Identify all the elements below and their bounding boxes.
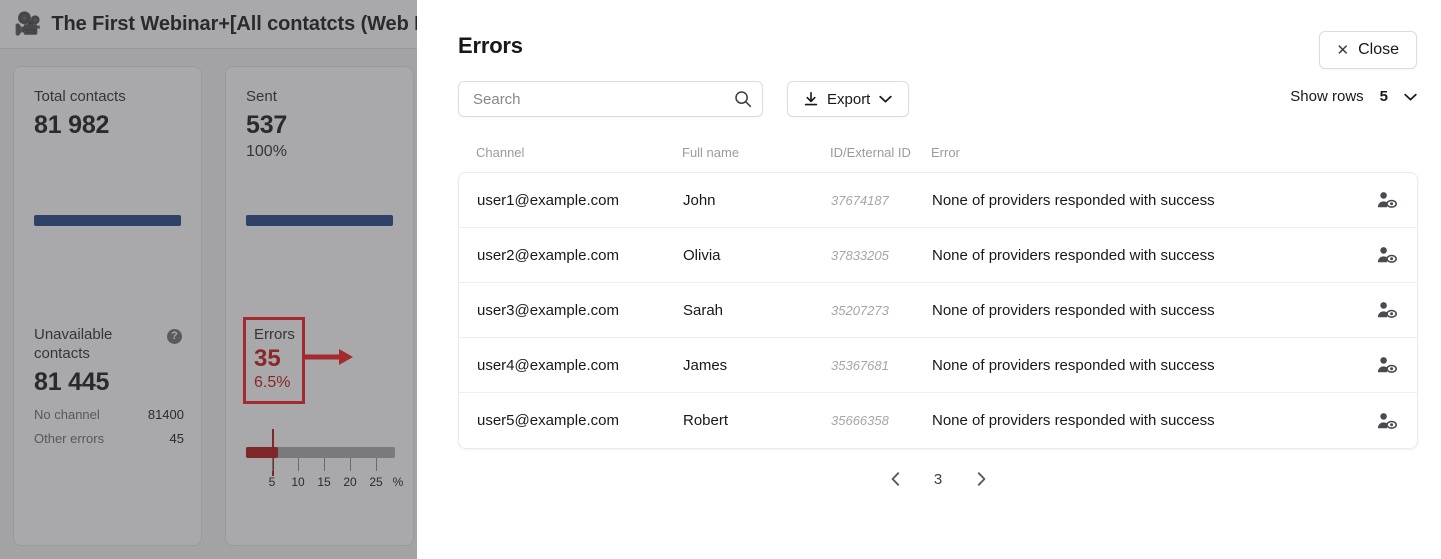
column-header-full-name: Full name — [682, 145, 740, 160]
cell-id: 35367681 — [831, 357, 889, 373]
column-header-actions — [1358, 145, 1418, 160]
table-row[interactable]: user4@example.com James 35367681 None of… — [459, 338, 1417, 393]
errors-modal: Errors ✕ Close Export — [417, 0, 1441, 559]
modal-title: Errors — [458, 33, 523, 58]
cell-id: 37833205 — [831, 247, 889, 263]
cell-id: 37674187 — [831, 192, 889, 208]
download-icon — [804, 91, 818, 105]
cell-full-name: Olivia — [683, 246, 721, 264]
cell-full-name: Robert — [683, 412, 729, 429]
view-contact-icon — [1377, 302, 1397, 318]
table-header: Channel Full name ID/External ID Error — [458, 145, 1418, 160]
modal-header: Errors — [458, 33, 523, 59]
export-button[interactable]: Export — [787, 81, 910, 117]
pagination-prev-button[interactable] — [884, 468, 906, 490]
table-row[interactable]: user1@example.com John 37674187 None of … — [459, 173, 1417, 228]
show-rows-control[interactable]: Show rows 5 — [1290, 88, 1417, 105]
close-button[interactable]: ✕ Close — [1318, 31, 1417, 69]
row-action[interactable] — [1357, 412, 1417, 430]
pagination-next-button[interactable] — [970, 468, 992, 490]
search-field-wrapper — [458, 81, 763, 117]
show-rows-label: Show rows — [1290, 88, 1364, 105]
view-contact-icon — [1377, 247, 1397, 263]
cell-error: None of providers responded with success — [932, 356, 1215, 374]
screen: 🎥 The First Webinar+[All contatcts (Web … — [0, 0, 1441, 559]
view-contact-icon — [1377, 412, 1397, 429]
cell-id: 35207273 — [831, 302, 889, 318]
column-header-error: Error — [931, 145, 960, 160]
view-contact-icon — [1377, 357, 1397, 373]
cell-id: 35666358 — [831, 413, 889, 428]
cell-error: None of providers responded with success — [932, 301, 1215, 319]
cell-error: None of providers responded with success — [932, 246, 1215, 264]
search-input[interactable] — [458, 81, 763, 117]
cell-error: None of providers responded with success — [932, 191, 1215, 209]
export-button-label: Export — [827, 90, 871, 108]
close-x-icon: ✕ — [1336, 41, 1350, 59]
cell-error: None of providers responded with success — [932, 412, 1215, 429]
cell-channel: user5@example.com — [477, 412, 619, 429]
cell-full-name: Sarah — [683, 301, 724, 319]
close-button-label: Close — [1358, 41, 1399, 58]
chevron-right-icon — [977, 472, 985, 486]
cell-full-name: John — [683, 191, 716, 209]
view-contact-icon — [1377, 192, 1397, 208]
pagination-current-page[interactable]: 3 — [932, 471, 944, 488]
cell-full-name: James — [683, 356, 728, 374]
row-action[interactable] — [1357, 301, 1417, 319]
row-action[interactable] — [1357, 191, 1417, 209]
cell-channel: user1@example.com — [477, 191, 619, 209]
column-header-id: ID/External ID — [830, 145, 911, 160]
chevron-left-icon — [891, 472, 899, 486]
table-row[interactable]: user3@example.com Sarah 35207273 None of… — [459, 283, 1417, 338]
chevron-down-icon — [879, 95, 893, 103]
show-rows-value: 5 — [1379, 88, 1388, 105]
chevron-down-icon[interactable] — [1404, 93, 1417, 101]
pagination: 3 — [458, 468, 1418, 490]
errors-table: user1@example.com John 37674187 None of … — [458, 172, 1418, 449]
modal-toolbar: Export — [458, 81, 910, 117]
cell-channel: user4@example.com — [477, 356, 619, 374]
cell-channel: user3@example.com — [477, 301, 619, 319]
table-row[interactable]: user5@example.com Robert 35666358 None o… — [459, 393, 1417, 448]
cell-channel: user2@example.com — [477, 246, 619, 264]
row-action[interactable] — [1357, 356, 1417, 374]
table-row[interactable]: user2@example.com Olivia 37833205 None o… — [459, 228, 1417, 283]
column-header-channel: Channel — [476, 145, 525, 160]
row-action[interactable] — [1357, 246, 1417, 264]
